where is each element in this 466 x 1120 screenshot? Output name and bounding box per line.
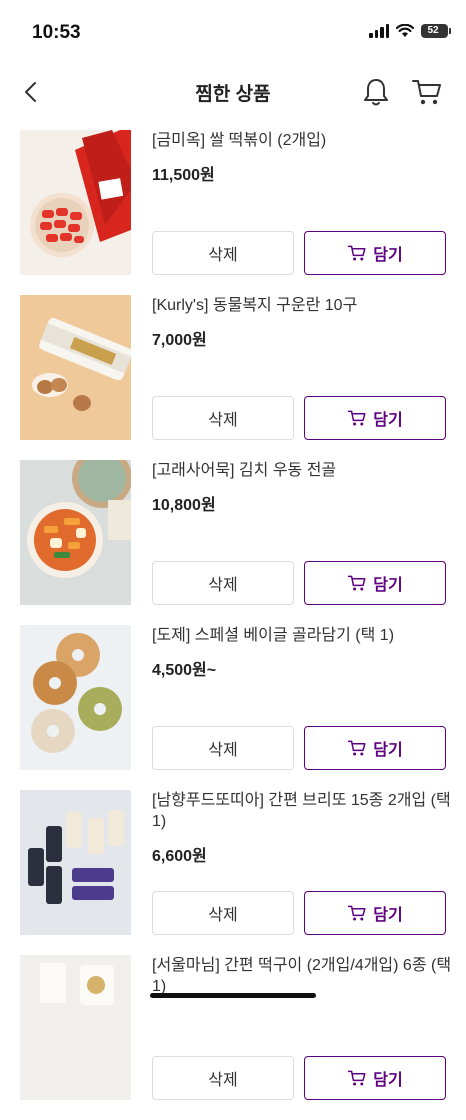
status-icons: 52 (369, 24, 451, 38)
product-image[interactable] (20, 130, 131, 275)
product-name[interactable]: [서울마님] 간편 떡구이 (2개입/4개입) 6종 (택1) (152, 955, 452, 997)
product-name[interactable]: [도제] 스페셜 베이글 골라담기 (택 1) (152, 625, 452, 646)
home-indicator[interactable] (150, 993, 316, 998)
wishlist-item: [도제] 스페셜 베이글 골라담기 (택 1) 4,500원~ 삭제 담기 (0, 625, 466, 790)
item-actions: 삭제 담기 (152, 726, 446, 770)
add-to-cart-label: 담기 (373, 1072, 403, 1089)
wishlist-item: [서울마님] 간편 떡구이 (2개입/4개입) 6종 (택1) 삭제 담기 (0, 955, 466, 1120)
add-to-cart-label: 담기 (373, 907, 403, 924)
item-actions: 삭제 담기 (152, 396, 446, 440)
battery-level: 52 (427, 25, 439, 36)
battery-icon: 52 (421, 24, 451, 38)
cart-icon (348, 740, 366, 756)
product-image[interactable] (20, 790, 131, 935)
item-actions: 삭제 담기 (152, 891, 446, 935)
item-actions: 삭제 담기 (152, 1056, 446, 1100)
product-image[interactable] (20, 460, 131, 605)
product-name[interactable]: [Kurly's] 동물복지 구운란 10구 (152, 295, 452, 316)
status-time: 10:53 (32, 22, 81, 43)
product-info: [금미옥] 쌀 떡볶이 (2개입) 11,500원 (152, 130, 452, 185)
product-name[interactable]: [금미옥] 쌀 떡볶이 (2개입) (152, 130, 452, 151)
product-name[interactable]: [고래사어묵] 김치 우동 전골 (152, 460, 452, 481)
product-info: [고래사어묵] 김치 우동 전골 10,800원 (152, 460, 452, 515)
product-price: 4,500원~ (152, 662, 217, 679)
cart-icon (348, 245, 366, 261)
add-to-cart-label: 담기 (373, 412, 403, 429)
delete-button[interactable]: 삭제 (152, 561, 294, 605)
product-image[interactable] (20, 625, 131, 770)
header: 찜한 상품 (0, 64, 466, 120)
add-to-cart-button[interactable]: 담기 (304, 726, 446, 770)
wishlist: [금미옥] 쌀 떡볶이 (2개입) 11,500원 삭제 담기 [Kurly's… (0, 130, 466, 1120)
add-to-cart-button[interactable]: 담기 (304, 231, 446, 275)
delete-button[interactable]: 삭제 (152, 231, 294, 275)
cart-icon (348, 1070, 366, 1086)
cart-button[interactable] (408, 74, 446, 110)
product-image[interactable] (20, 955, 131, 1100)
product-price: 7,000원 (152, 332, 207, 349)
item-actions: 삭제 담기 (152, 561, 446, 605)
product-price: 11,500원 (152, 167, 215, 184)
delete-button[interactable]: 삭제 (152, 891, 294, 935)
add-to-cart-label: 담기 (373, 247, 403, 264)
product-price: 6,600원 (152, 848, 207, 865)
cart-icon (412, 80, 441, 105)
add-to-cart-label: 담기 (373, 577, 403, 594)
product-info: [Kurly's] 동물복지 구운란 10구 7,000원 (152, 295, 452, 350)
signal-icon (369, 24, 389, 38)
delete-button[interactable]: 삭제 (152, 1056, 294, 1100)
wishlist-item: [Kurly's] 동물복지 구운란 10구 7,000원 삭제 담기 (0, 295, 466, 460)
status-bar: 10:53 52 (0, 0, 466, 64)
cart-icon (348, 410, 366, 426)
wifi-icon (396, 24, 414, 37)
add-to-cart-button[interactable]: 담기 (304, 561, 446, 605)
add-to-cart-button[interactable]: 담기 (304, 1056, 446, 1100)
wishlist-item: [고래사어묵] 김치 우동 전골 10,800원 삭제 담기 (0, 460, 466, 625)
product-name[interactable]: [남향푸드또띠아] 간편 브리또 15종 2개입 (택1) (152, 790, 452, 832)
cart-icon (348, 905, 366, 921)
delete-button[interactable]: 삭제 (152, 396, 294, 440)
add-to-cart-label: 담기 (373, 742, 403, 759)
add-to-cart-button[interactable]: 담기 (304, 396, 446, 440)
delete-button[interactable]: 삭제 (152, 726, 294, 770)
page-title: 찜한 상품 (195, 84, 271, 105)
bell-icon (364, 79, 388, 106)
wishlist-item: [금미옥] 쌀 떡볶이 (2개입) 11,500원 삭제 담기 (0, 130, 466, 295)
wishlist-item: [남향푸드또띠아] 간편 브리또 15종 2개입 (택1) 6,600원 삭제 … (0, 790, 466, 955)
product-image[interactable] (20, 295, 131, 440)
product-info: [서울마님] 간편 떡구이 (2개입/4개입) 6종 (택1) (152, 955, 452, 1007)
cart-icon (348, 575, 366, 591)
product-info: [도제] 스페셜 베이글 골라담기 (택 1) 4,500원~ (152, 625, 452, 680)
notification-button[interactable] (358, 74, 394, 110)
product-price: 10,800원 (152, 497, 216, 514)
add-to-cart-button[interactable]: 담기 (304, 891, 446, 935)
product-info: [남향푸드또띠아] 간편 브리또 15종 2개입 (택1) 6,600원 (152, 790, 452, 866)
item-actions: 삭제 담기 (152, 231, 446, 275)
